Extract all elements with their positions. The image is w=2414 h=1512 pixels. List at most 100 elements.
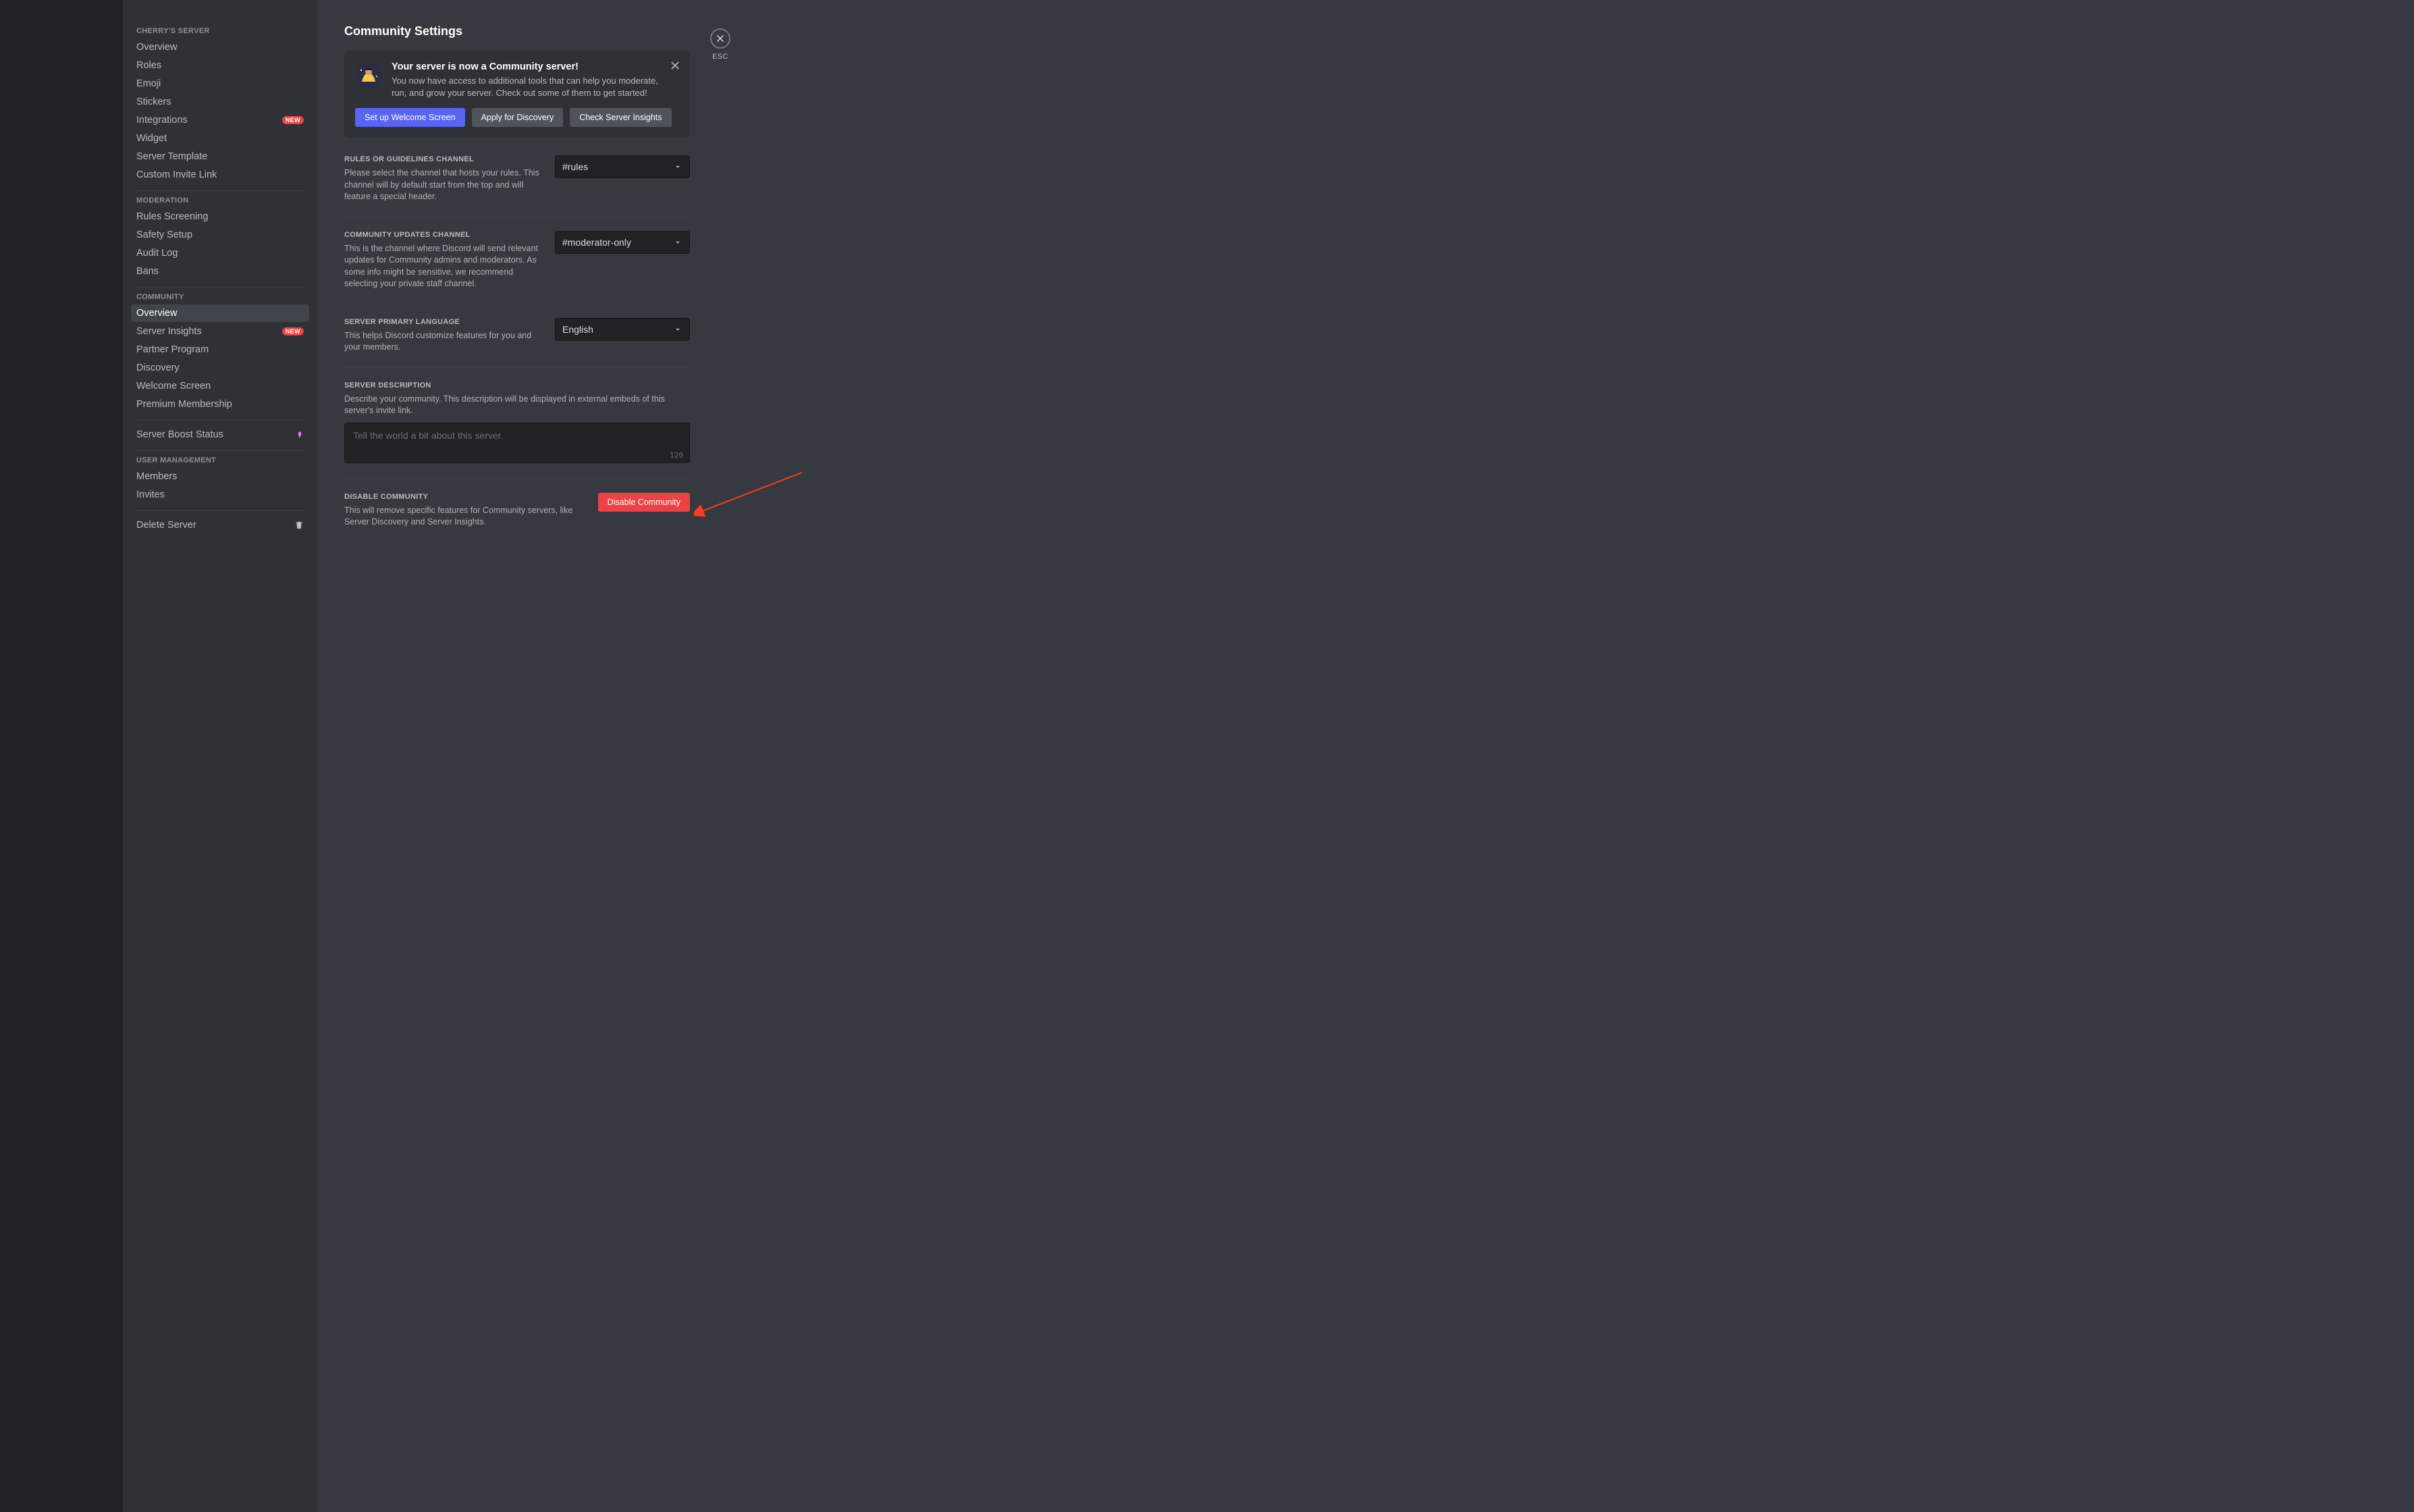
primary-language-value: English bbox=[562, 324, 593, 335]
chevron-down-icon bbox=[673, 162, 682, 171]
sidebar-item-widget[interactable]: Widget bbox=[131, 130, 309, 147]
sidebar-separator bbox=[136, 510, 304, 511]
sidebar-item-label: Welcome Screen bbox=[136, 381, 211, 392]
chevron-down-icon bbox=[673, 325, 682, 334]
sidebar-item-roles[interactable]: Roles bbox=[131, 57, 309, 74]
sidebar-item-label: Server Template bbox=[136, 151, 207, 162]
setup-welcome-screen-button[interactable]: Set up Welcome Screen bbox=[355, 108, 465, 127]
sidebar-item-label: Safety Setup bbox=[136, 230, 192, 240]
sidebar-heading-moderation: Moderation bbox=[131, 196, 309, 207]
close-icon[interactable] bbox=[710, 28, 730, 49]
callout-illustration bbox=[355, 61, 382, 88]
rules-channel-select[interactable]: #rules bbox=[555, 155, 690, 178]
sidebar-item-label: Overview bbox=[136, 308, 177, 319]
close-settings[interactable]: ESC bbox=[710, 28, 730, 61]
sidebar-item-label: Rules Screening bbox=[136, 211, 208, 222]
annotation-arrow bbox=[694, 466, 809, 526]
sidebar-item-label: Widget bbox=[136, 133, 167, 144]
sidebar-item-label: Integrations bbox=[136, 115, 188, 126]
updates-channel-description: This is the channel where Discord will s… bbox=[344, 243, 541, 290]
sidebar-item-partner-program[interactable]: Partner Program bbox=[131, 341, 309, 358]
sidebar-item-overview-community[interactable]: Overview bbox=[131, 304, 309, 322]
apply-for-discovery-button[interactable]: Apply for Discovery bbox=[472, 108, 564, 127]
sidebar-item-label: Bans bbox=[136, 266, 159, 277]
sidebar-item-audit-log[interactable]: Audit Log bbox=[131, 244, 309, 262]
sidebar-item-bans[interactable]: Bans bbox=[131, 263, 309, 280]
sidebar-item-label: Partner Program bbox=[136, 344, 209, 355]
updates-channel-value: #moderator-only bbox=[562, 237, 631, 248]
boost-gem-icon bbox=[296, 431, 304, 439]
close-label: ESC bbox=[712, 53, 728, 61]
rules-channel-description: Please select the channel that hosts you… bbox=[344, 167, 541, 203]
sidebar-separator bbox=[136, 190, 304, 191]
sidebar-item-integrations[interactable]: Integrations New bbox=[131, 111, 309, 129]
sidebar-heading-server: Cherry's Server bbox=[131, 27, 309, 38]
sidebar-item-overview-server[interactable]: Overview bbox=[131, 38, 309, 56]
sidebar-item-server-boost-status[interactable]: Server Boost Status bbox=[131, 426, 309, 443]
sidebar-item-label: Invites bbox=[136, 489, 165, 500]
sidebar-item-label: Stickers bbox=[136, 97, 171, 107]
updates-channel-select[interactable]: #moderator-only bbox=[555, 231, 690, 254]
sidebar-item-label: Delete Server bbox=[136, 520, 196, 531]
sidebar-item-custom-invite-link[interactable]: Custom Invite Link bbox=[131, 166, 309, 184]
new-badge: New bbox=[282, 327, 304, 335]
sidebar-separator bbox=[136, 287, 304, 288]
community-callout: Your server is now a Community server! Y… bbox=[344, 51, 690, 138]
left-gutter bbox=[0, 0, 123, 1512]
sidebar-item-label: Discovery bbox=[136, 362, 180, 373]
disable-community-label: Disable Community bbox=[344, 493, 585, 501]
chevron-down-icon bbox=[673, 238, 682, 247]
sidebar-item-premium-membership[interactable]: Premium Membership bbox=[131, 396, 309, 413]
primary-language-label: Server Primary Language bbox=[344, 318, 541, 326]
sidebar-item-label: Members bbox=[136, 471, 177, 482]
sidebar-heading-user-management: User Management bbox=[131, 456, 309, 467]
check-server-insights-button[interactable]: Check Server Insights bbox=[570, 108, 671, 127]
page-title: Community Settings bbox=[344, 24, 690, 38]
rules-channel-section: Rules or Guidelines Channel Please selec… bbox=[344, 155, 690, 217]
server-description-label: Server Description bbox=[344, 381, 690, 389]
sidebar-item-welcome-screen[interactable]: Welcome Screen bbox=[131, 377, 309, 395]
disable-community-button[interactable]: Disable Community bbox=[598, 493, 690, 512]
sidebar-item-rules-screening[interactable]: Rules Screening bbox=[131, 208, 309, 225]
settings-content: ESC Community Settings bbox=[317, 0, 2414, 1512]
updates-channel-label: Community Updates Channel bbox=[344, 231, 541, 239]
sidebar-item-stickers[interactable]: Stickers bbox=[131, 93, 309, 111]
primary-language-description: This helps Discord customize features fo… bbox=[344, 330, 541, 354]
server-description-section: Server Description Describe your communi… bbox=[344, 367, 690, 479]
server-description-help: Describe your community. This descriptio… bbox=[344, 394, 690, 417]
sidebar-item-label: Overview bbox=[136, 42, 177, 53]
primary-language-select[interactable]: English bbox=[555, 318, 690, 341]
sidebar-item-invites[interactable]: Invites bbox=[131, 486, 309, 504]
sidebar-item-emoji[interactable]: Emoji bbox=[131, 75, 309, 92]
callout-close-button[interactable] bbox=[670, 60, 680, 71]
sidebar-item-label: Roles bbox=[136, 60, 161, 71]
sidebar-item-server-template[interactable]: Server Template bbox=[131, 148, 309, 165]
sidebar-item-label: Server Boost Status bbox=[136, 429, 223, 440]
sidebar-item-label: Server Insights bbox=[136, 326, 202, 337]
callout-description: You now have access to additional tools … bbox=[392, 75, 663, 99]
sidebar-item-label: Emoji bbox=[136, 78, 161, 89]
sidebar-item-label: Premium Membership bbox=[136, 399, 232, 410]
trash-icon bbox=[294, 520, 304, 530]
sidebar-item-label: Custom Invite Link bbox=[136, 169, 217, 180]
sidebar-item-label: Audit Log bbox=[136, 248, 178, 259]
rules-channel-value: #rules bbox=[562, 161, 588, 172]
callout-title: Your server is now a Community server! bbox=[392, 61, 663, 72]
server-description-input[interactable] bbox=[344, 423, 690, 463]
rules-channel-label: Rules or Guidelines Channel bbox=[344, 155, 541, 163]
updates-channel-section: Community Updates Channel This is the ch… bbox=[344, 217, 690, 304]
sidebar-item-safety-setup[interactable]: Safety Setup bbox=[131, 226, 309, 244]
sidebar-separator bbox=[136, 450, 304, 451]
server-description-charcount: 120 bbox=[670, 451, 683, 460]
new-badge: New bbox=[282, 116, 304, 124]
sidebar-separator bbox=[136, 420, 304, 421]
sidebar-item-members[interactable]: Members bbox=[131, 468, 309, 485]
primary-language-section: Server Primary Language This helps Disco… bbox=[344, 304, 690, 367]
sidebar-heading-community: Community bbox=[131, 293, 309, 304]
disable-community-section: Disable Community This will remove speci… bbox=[344, 479, 690, 542]
sidebar-item-delete-server[interactable]: Delete Server bbox=[131, 516, 309, 534]
sidebar-item-discovery[interactable]: Discovery bbox=[131, 359, 309, 377]
sidebar-item-server-insights[interactable]: Server Insights New bbox=[131, 323, 309, 340]
settings-sidebar: Cherry's Server Overview Roles Emoji Sti… bbox=[123, 0, 317, 1512]
disable-community-description: This will remove specific features for C… bbox=[344, 505, 585, 529]
